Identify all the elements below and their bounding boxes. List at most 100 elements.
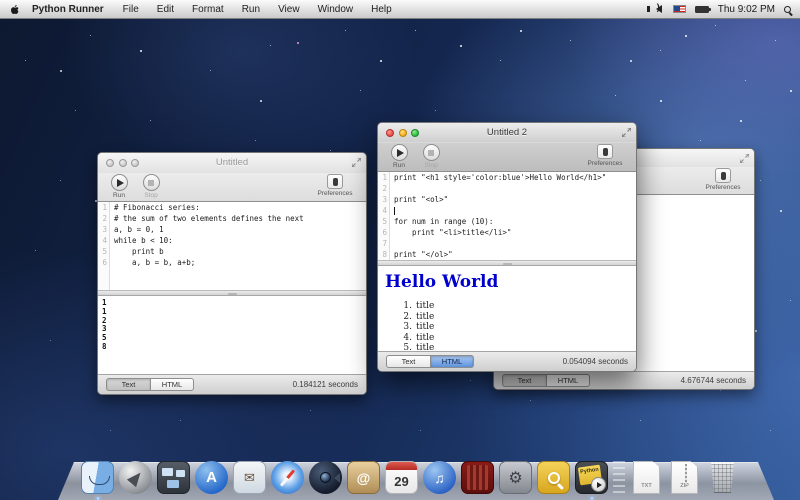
dock-item-launchpad[interactable] [118,460,153,495]
titlebar[interactable]: Untitled [98,153,366,173]
dock-separator [613,461,625,495]
tab-html[interactable]: HTML [546,374,590,387]
menu-view[interactable]: View [269,0,309,19]
stop-icon [428,150,434,156]
line-number: 3 [98,224,107,235]
line-number: 6 [98,257,107,268]
code-line[interactable] [394,238,636,249]
dock-item-address-book[interactable]: @ [346,460,381,495]
output-line: 3 [102,325,366,334]
status-bar: Text HTML 4.676744 seconds [494,371,754,389]
pane-splitter[interactable] [98,290,366,296]
dock-item-txt-file[interactable]: TXT [629,460,664,495]
dock-item-trash[interactable] [705,460,740,495]
titlebar[interactable]: Untitled 2 [378,123,636,143]
tab-text[interactable]: Text [386,355,430,368]
input-language-flag-icon[interactable] [673,5,686,13]
dock-item-ical[interactable]: 29 [384,460,419,495]
pane-splitter[interactable] [378,260,636,266]
code-line[interactable]: print b [114,246,366,257]
gear-icon: ⚙ [499,461,532,494]
code-line[interactable]: # the sum of two elements defines the ne… [114,213,366,224]
code-line[interactable] [394,183,636,194]
line-number: 2 [378,183,387,194]
fullscreen-icon[interactable] [622,128,631,137]
dock-item-search-app[interactable] [536,460,571,495]
stop-button[interactable]: Stop [138,174,164,199]
menu-run[interactable]: Run [233,0,269,19]
code-line[interactable]: a, b = b, a+b; [114,257,366,268]
stop-icon [148,180,154,186]
dock-item-app-store[interactable]: A [194,460,229,495]
output-line: 1 [102,299,366,308]
code-editor[interactable]: 1 2 3 4 5 6 7 8 print "<h1 style='color:… [378,172,636,260]
dock-item-finder[interactable] [80,460,115,495]
zoom-button[interactable] [131,159,139,167]
dock-item-system-preferences[interactable]: ⚙ [498,460,533,495]
line-number-gutter: 1 2 3 4 5 6 [98,202,110,290]
dock-item-zip-file[interactable]: ZIP [667,460,702,495]
list-item: 4.title [402,333,636,344]
tab-text[interactable]: Text [502,374,546,387]
list-item: 2.title [402,312,636,323]
minimize-button[interactable] [399,129,407,137]
code-editor[interactable]: 1 2 3 4 5 6 # Fibonacci series: # the su… [98,202,366,290]
run-button[interactable]: Run [106,174,132,199]
code-line[interactable]: # Fibonacci series: [114,202,366,213]
apple-menu[interactable] [0,4,29,15]
menu-file[interactable]: File [114,0,148,19]
execution-time: 0.054094 seconds [563,357,628,366]
preferences-button[interactable]: Preferences [312,174,358,197]
tab-html[interactable]: HTML [430,355,474,368]
code-line[interactable]: while b < 10: [114,235,366,246]
tab-text[interactable]: Text [106,378,150,391]
menu-bar-clock[interactable]: Thu 9:02 PM [718,4,775,15]
output-line: 2 [102,317,366,326]
minimize-button[interactable] [119,159,127,167]
code-line[interactable] [394,205,636,216]
rendered-heading: Hello World [378,266,636,292]
menu-format[interactable]: Format [183,0,233,19]
dock-item-facetime[interactable] [308,460,343,495]
close-button[interactable] [386,129,394,137]
list-item: 3.title [402,322,636,333]
spotlight-search-icon[interactable] [784,6,791,13]
code-line[interactable]: print "<h1 style='color:blue'>Hello Worl… [394,172,636,183]
list-item: 1.title [402,301,636,312]
dock-item-mission-control[interactable] [156,460,191,495]
stop-button[interactable]: Stop [418,144,444,169]
status-bar: Text HTML 0.184121 seconds [98,374,366,394]
camera-lens [320,472,331,483]
list-item: 5.title [402,343,636,351]
output-area[interactable]: 1 1 2 3 5 8 [98,296,366,374]
dock-item-photo-booth[interactable] [460,460,495,495]
output-mode-segmented-control: Text HTML [386,355,474,368]
dock-item-python-runner[interactable]: Python [574,460,609,495]
code-line[interactable]: print "</ol>" [394,249,636,260]
dock-item-safari[interactable] [270,460,305,495]
preferences-button[interactable]: Preferences [582,144,628,167]
dock-item-mail[interactable]: ✉ [232,460,267,495]
menu-bar-status-area: Thu 9:02 PM [656,4,800,15]
tab-html[interactable]: HTML [150,378,194,391]
volume-icon[interactable] [656,5,662,13]
close-button[interactable] [106,159,114,167]
menu-window[interactable]: Window [309,0,363,19]
dock-item-itunes[interactable]: ♫ [422,460,457,495]
code-line[interactable]: print "<li>title</li>" [394,227,636,238]
battery-icon[interactable] [695,6,709,13]
code-line[interactable]: print "<ol>" [394,194,636,205]
preferences-button[interactable]: Preferences [700,168,746,191]
zoom-button[interactable] [411,129,419,137]
code-line[interactable]: a, b = 0, 1 [114,224,366,235]
code-line[interactable]: for num in range (10): [394,216,636,227]
execution-time: 0.184121 seconds [293,380,358,389]
menu-help[interactable]: Help [362,0,401,19]
run-button[interactable]: Run [386,144,412,169]
fullscreen-icon[interactable] [740,154,749,163]
app-menu[interactable]: Python Runner [29,0,114,19]
fullscreen-icon[interactable] [352,158,361,167]
menu-edit[interactable]: Edit [148,0,183,19]
traffic-lights [386,129,419,137]
html-output-area[interactable]: Hello World 1.title 2.title 3.title 4.ti… [378,266,636,351]
